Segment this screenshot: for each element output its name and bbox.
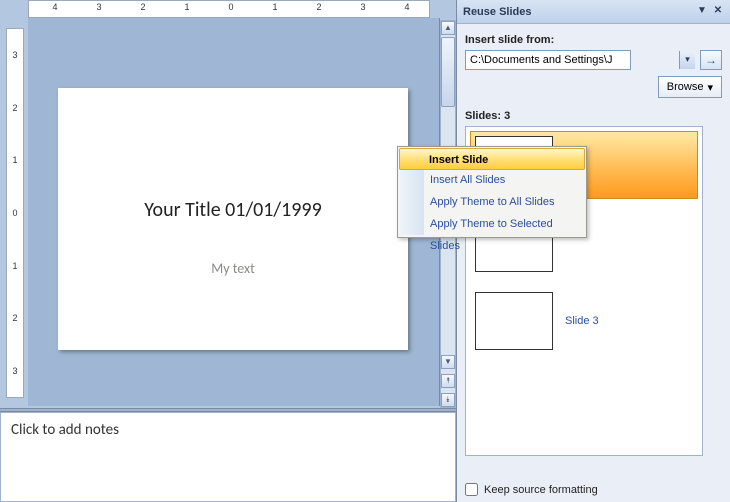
ruler-mark: 1 — [184, 2, 189, 12]
slide-canvas[interactable]: Your Title 01/01/1999 My text — [58, 88, 408, 350]
ruler-mark: 2 — [140, 2, 145, 12]
reuse-slides-pane: Reuse Slides ▼ ✕ Insert slide from: ▾ → … — [456, 0, 730, 502]
ruler-mark: 1 — [272, 2, 277, 12]
prev-slide-button[interactable]: ⯭ — [441, 374, 455, 388]
slide-title-text[interactable]: Your Title 01/01/1999 — [144, 198, 321, 222]
slide-body-text[interactable]: My text — [211, 260, 255, 277]
context-menu: Insert Slide Insert All Slides Apply The… — [397, 146, 587, 238]
slide-edit-area[interactable]: Your Title 01/01/1999 My text — [28, 18, 440, 406]
task-pane-menu-icon[interactable]: ▼ — [694, 4, 710, 20]
slides-count-label: Slides: 3 — [465, 110, 722, 122]
ruler-mark: 1 — [12, 261, 17, 271]
ruler-mark: 2 — [316, 2, 321, 12]
slide-item-label: Slide 3 — [565, 315, 599, 327]
ruler-mark: 3 — [12, 50, 17, 60]
ruler-mark: 0 — [228, 2, 233, 12]
keep-formatting-row[interactable]: Keep source formatting — [465, 483, 598, 496]
task-pane-header: Reuse Slides ▼ ✕ — [457, 0, 730, 24]
insert-from-label: Insert slide from: — [465, 34, 722, 46]
menu-item-apply-theme-all[interactable]: Apply Theme to All Slides — [400, 191, 584, 213]
close-icon[interactable]: ✕ — [710, 4, 726, 20]
horizontal-ruler: 4 3 2 1 0 1 2 3 4 — [28, 0, 430, 18]
menu-item-label: Apply Theme to All Slides — [430, 196, 555, 208]
vertical-ruler: 3 2 1 0 1 2 3 — [6, 28, 24, 398]
scroll-up-button[interactable]: ▲ — [441, 21, 455, 35]
ruler-mark: 2 — [12, 103, 17, 113]
browse-button[interactable]: Browse ▾ — [658, 76, 722, 98]
notes-pane[interactable]: Click to add notes — [0, 412, 456, 502]
ruler-mark: 3 — [96, 2, 101, 12]
menu-item-label: Insert All Slides — [430, 174, 505, 186]
ruler-mark: 2 — [12, 313, 17, 323]
menu-item-apply-theme-selected[interactable]: Apply Theme to Selected Slides — [400, 213, 584, 235]
ruler-mark: 0 — [12, 208, 17, 218]
slide-thumbnail — [475, 292, 553, 350]
menu-item-insert-all-slides[interactable]: Insert All Slides — [400, 169, 584, 191]
arrow-right-icon: → — [705, 53, 717, 67]
ruler-mark: 3 — [12, 366, 17, 376]
chevron-down-icon: ▾ — [707, 81, 713, 94]
keep-formatting-label: Keep source formatting — [484, 484, 598, 496]
ruler-mark: 1 — [12, 155, 17, 165]
reuse-slide-item[interactable]: Slide 3 — [470, 287, 698, 355]
ruler-mark: 4 — [404, 2, 409, 12]
menu-item-insert-slide[interactable]: Insert Slide — [399, 148, 585, 170]
ruler-mark: 4 — [52, 2, 57, 12]
menu-item-label: Insert Slide — [429, 154, 488, 166]
path-input[interactable] — [465, 50, 631, 70]
browse-label: Browse — [667, 81, 704, 93]
chevron-down-icon[interactable]: ▾ — [679, 51, 695, 69]
scroll-thumb[interactable] — [441, 37, 455, 107]
ruler-mark: 3 — [360, 2, 365, 12]
path-combo[interactable]: ▾ — [465, 50, 696, 70]
notes-placeholder: Click to add notes — [11, 421, 119, 439]
scroll-down-button[interactable]: ▼ — [441, 355, 455, 369]
task-pane-title: Reuse Slides — [461, 6, 694, 18]
keep-formatting-checkbox[interactable] — [465, 483, 478, 496]
next-slide-button[interactable]: ⯯ — [441, 393, 455, 407]
go-button[interactable]: → — [700, 50, 722, 70]
